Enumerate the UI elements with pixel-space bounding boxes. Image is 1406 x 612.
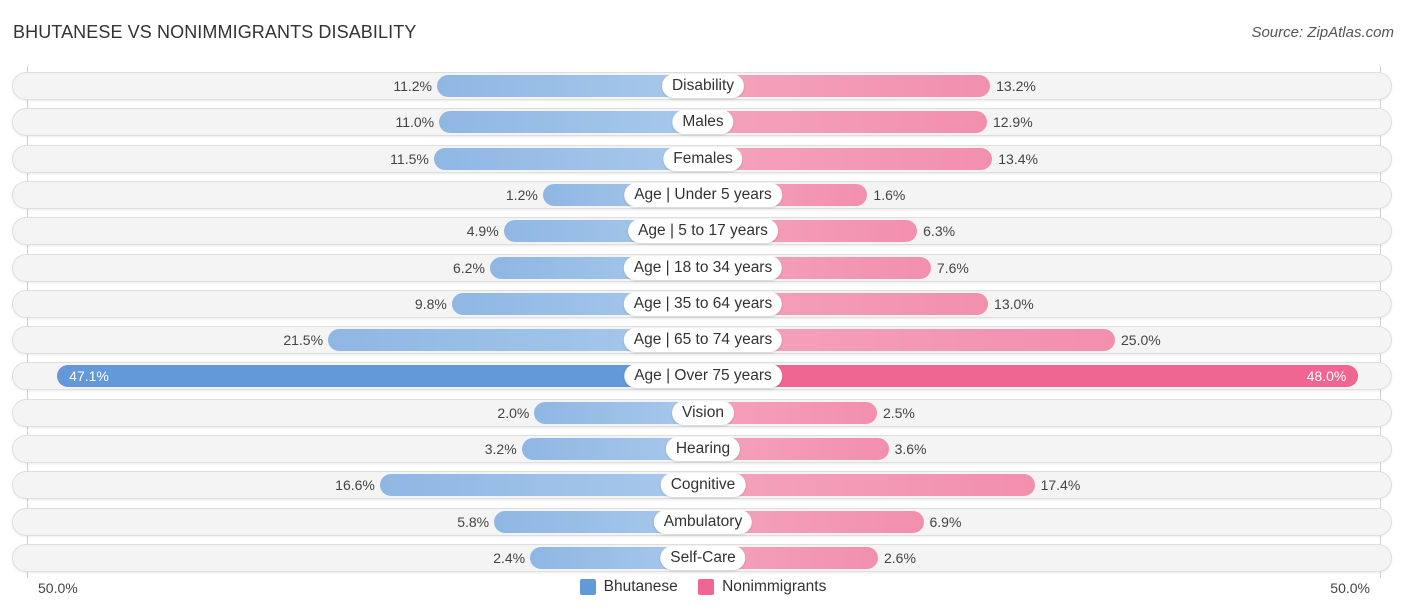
legend: Bhutanese Nonimmigrants xyxy=(0,578,1406,600)
legend-item-nonimmigrants[interactable]: Nonimmigrants xyxy=(698,578,826,596)
value-label-bhutanese: 6.2% xyxy=(452,259,485,276)
category-label: Age | 5 to 17 years xyxy=(628,219,778,244)
category-label: Age | 35 to 64 years xyxy=(623,291,783,316)
value-label-nonimmigrants: 25.0% xyxy=(1121,332,1161,349)
category-label: Cognitive xyxy=(660,473,746,498)
chart-area: 11.2% 13.2% Disability 11.0% 12.9% Males 11.5%… xyxy=(0,0,1406,612)
bar-nonimmigrants[interactable] xyxy=(703,111,987,134)
bar-nonimmigrants[interactable] xyxy=(703,365,1359,388)
value-label-nonimmigrants: 7.6% xyxy=(936,259,969,276)
value-label-bhutanese: 9.8% xyxy=(414,295,447,312)
value-label-nonimmigrants: 3.6% xyxy=(894,441,927,457)
value-label-bhutanese: 16.6% xyxy=(335,477,375,494)
value-label-bhutanese: 4.9% xyxy=(466,223,499,240)
bar-nonimmigrants[interactable] xyxy=(703,147,993,170)
category-label: Age | 18 to 34 years xyxy=(623,255,783,280)
category-label: Disability xyxy=(661,74,745,98)
value-label-bhutanese: 47.1% xyxy=(69,368,109,385)
category-label: Ambulatory xyxy=(653,509,753,534)
value-label-nonimmigrants: 6.9% xyxy=(929,513,962,530)
category-label: Hearing xyxy=(665,437,741,461)
value-label-nonimmigrants: 13.2% xyxy=(996,78,1036,94)
category-label: Age | Over 75 years xyxy=(624,364,782,389)
value-label-bhutanese: 3.2% xyxy=(484,441,517,457)
value-label-nonimmigrants: 13.4% xyxy=(998,150,1038,167)
category-label: Age | Under 5 years xyxy=(624,182,782,207)
gridline-right xyxy=(1380,66,1381,578)
value-label-nonimmigrants: 13.0% xyxy=(994,295,1034,312)
value-label-nonimmigrants: 6.3% xyxy=(923,223,956,240)
value-label-nonimmigrants: 2.5% xyxy=(882,404,915,421)
value-label-bhutanese: 11.0% xyxy=(395,114,435,131)
value-label-bhutanese: 2.0% xyxy=(497,404,530,421)
value-label-nonimmigrants: 12.9% xyxy=(992,114,1033,131)
bar-bhutanese[interactable] xyxy=(57,365,703,388)
value-label-bhutanese: 21.5% xyxy=(283,332,324,349)
value-label-bhutanese: 2.4% xyxy=(493,549,526,566)
value-label-nonimmigrants: 17.4% xyxy=(1040,477,1081,494)
bar-bhutanese[interactable] xyxy=(439,111,703,134)
value-label-bhutanese: 11.5% xyxy=(390,150,429,167)
legend-label-nonimmigrants: Nonimmigrants xyxy=(722,578,827,595)
category-label: Males xyxy=(672,110,734,135)
legend-swatch-nonimmigrants xyxy=(698,579,715,595)
gridline-left xyxy=(27,66,28,578)
legend-swatch-bhutanese xyxy=(579,579,596,595)
value-label-bhutanese: 1.2% xyxy=(505,186,538,203)
legend-label-bhutanese: Bhutanese xyxy=(603,578,678,595)
category-label: Females xyxy=(663,146,743,171)
value-label-bhutanese: 5.8% xyxy=(457,513,490,530)
bar-nonimmigrants[interactable] xyxy=(703,75,991,97)
value-label-nonimmigrants: 1.6% xyxy=(873,186,906,203)
value-label-nonimmigrants: 2.6% xyxy=(884,549,916,566)
category-label: Self-Care xyxy=(660,545,746,570)
category-label: Vision xyxy=(672,400,734,425)
bar-bhutanese[interactable] xyxy=(379,474,703,497)
value-label-nonimmigrants: 48.0% xyxy=(1306,368,1347,385)
value-label-bhutanese: 11.2% xyxy=(393,78,433,94)
legend-item-bhutanese[interactable]: Bhutanese xyxy=(579,578,678,596)
bar-nonimmigrants[interactable] xyxy=(703,474,1035,497)
category-label: Age | 65 to 74 years xyxy=(623,328,783,353)
